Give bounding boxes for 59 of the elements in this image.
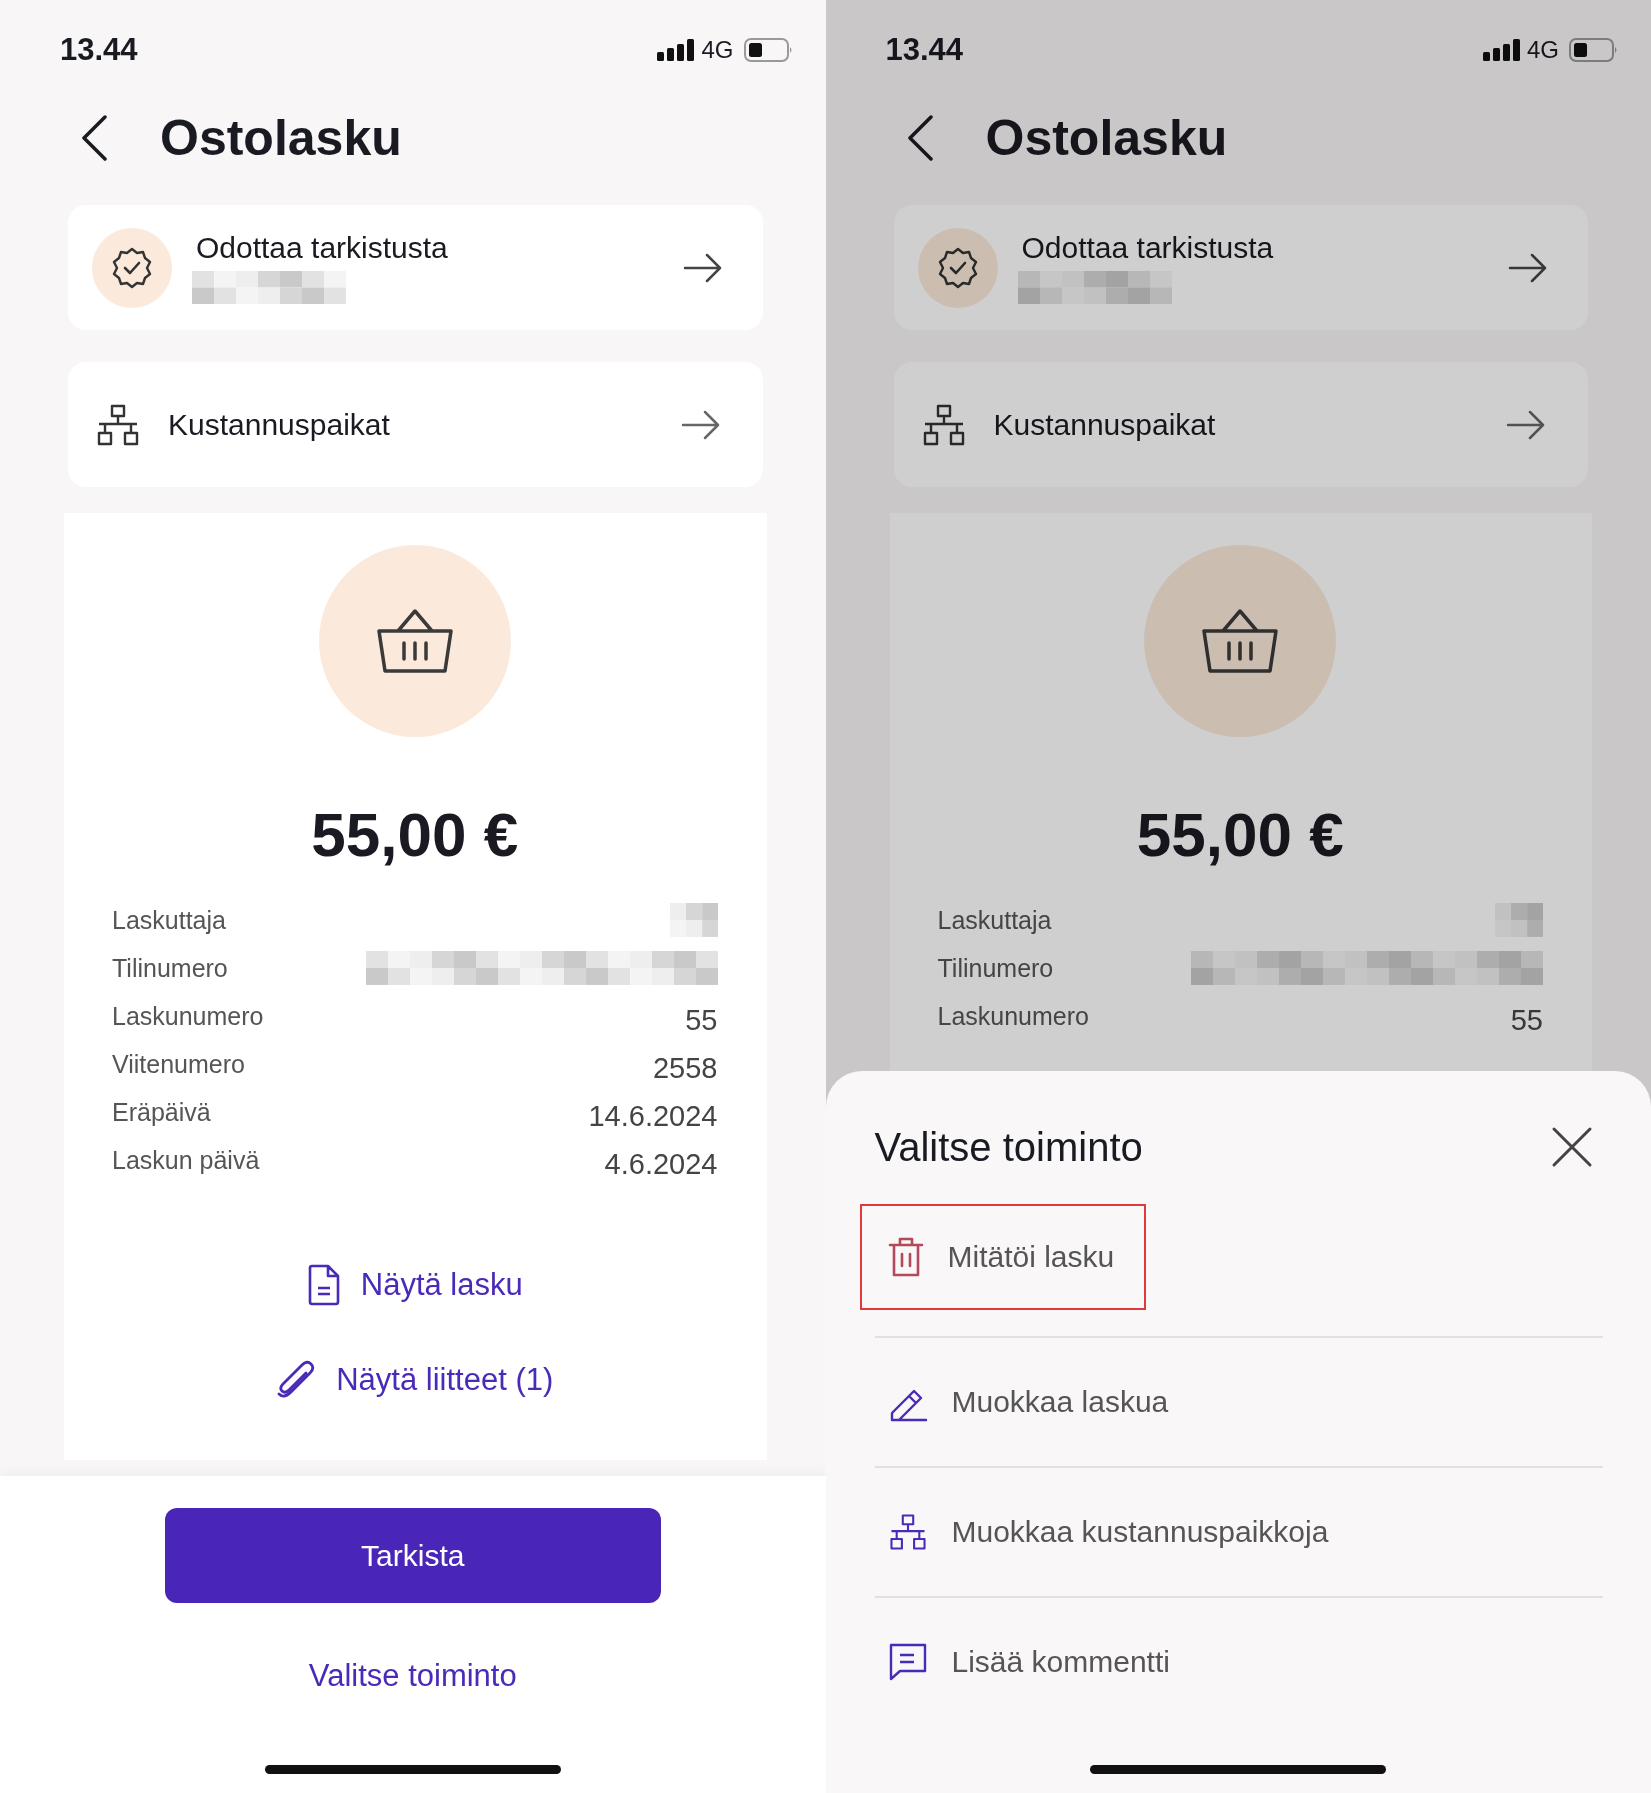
action-item[interactable]: Lisää kommentti [859, 1610, 1202, 1714]
action-item[interactable]: Muokkaa kustannuspaikkoja [859, 1481, 1361, 1583]
check-button[interactable]: Tarkista [164, 1508, 661, 1603]
detail-label: Laskuttaja [937, 905, 1052, 935]
signal-icon [1483, 39, 1521, 61]
cost-center-label: Kustannuspaikat [168, 407, 391, 442]
detail-label: Laskunumero [112, 1001, 264, 1031]
cost-center-label: Kustannuspaikat [993, 407, 1217, 442]
basket-icon [375, 607, 454, 675]
back-icon[interactable] [80, 115, 108, 161]
signal-icon [657, 39, 696, 61]
cost-center-card[interactable]: Kustannuspaikat [68, 362, 763, 487]
network-icon [887, 1513, 928, 1551]
detail-label: Viitenumero [112, 1049, 245, 1079]
invoice-link[interactable]: Näytä liitteet (1) [276, 1350, 554, 1410]
action-item[interactable]: Mitätöi lasku [859, 1204, 1147, 1310]
detail-value: 14.6.2024 [588, 1098, 718, 1133]
arrow-right-icon [680, 409, 721, 440]
detail-label: Laskuttaja [112, 905, 226, 935]
detail-label: Eräpäivä [112, 1097, 211, 1127]
detail-label: Tilinumero [937, 953, 1054, 983]
basket-icon [1201, 607, 1280, 675]
status-time: 13.44 [60, 32, 138, 68]
arrow-right-icon [1506, 409, 1546, 440]
status-time: 13.44 [885, 32, 964, 68]
invoice-link[interactable]: Näytä lasku [306, 1255, 523, 1315]
network-label: 4G [1527, 36, 1559, 64]
detail-value: 55 [1510, 1002, 1543, 1037]
paperclip-icon [276, 1359, 317, 1401]
network-icon [95, 403, 141, 446]
status-label: Odottaa tarkistusta [1021, 231, 1275, 265]
badge-check-icon [110, 245, 154, 290]
status-card[interactable]: Odottaa tarkistusta [68, 205, 763, 330]
detail-label: Laskunumero [937, 1001, 1089, 1031]
detail-value: 4.6.2024 [604, 1146, 718, 1181]
network-label: 4G [701, 36, 734, 64]
sheet-title: Valitse toiminto [874, 1124, 1143, 1170]
status-card[interactable]: Odottaa tarkistusta [893, 205, 1588, 330]
close-icon[interactable] [1551, 1126, 1593, 1168]
detail-label: Tilinumero [112, 953, 228, 983]
document-icon [306, 1264, 341, 1306]
detail-label: Laskun päivä [112, 1145, 260, 1175]
trash-icon [887, 1236, 924, 1278]
choose-action-link[interactable]: Valitse toiminto [308, 1651, 517, 1701]
battery-icon [1569, 38, 1619, 62]
battery-icon [743, 38, 794, 62]
detail-value: 2558 [653, 1050, 718, 1085]
cost-center-card[interactable]: Kustannuspaikat [893, 362, 1588, 487]
page-title: Ostolasku [160, 109, 402, 167]
page-title: Ostolasku [985, 109, 1228, 167]
back-icon[interactable] [905, 115, 934, 161]
arrow-right-icon [682, 252, 723, 283]
arrow-right-icon [1508, 252, 1548, 283]
invoice-amount: 55,00 € [311, 800, 519, 870]
comment-icon [887, 1642, 928, 1682]
status-label: Odottaa tarkistusta [196, 231, 449, 265]
action-item[interactable]: Muokkaa laskua [859, 1350, 1201, 1454]
invoice-amount: 55,00 € [1136, 800, 1344, 870]
detail-value: 55 [685, 1002, 718, 1037]
